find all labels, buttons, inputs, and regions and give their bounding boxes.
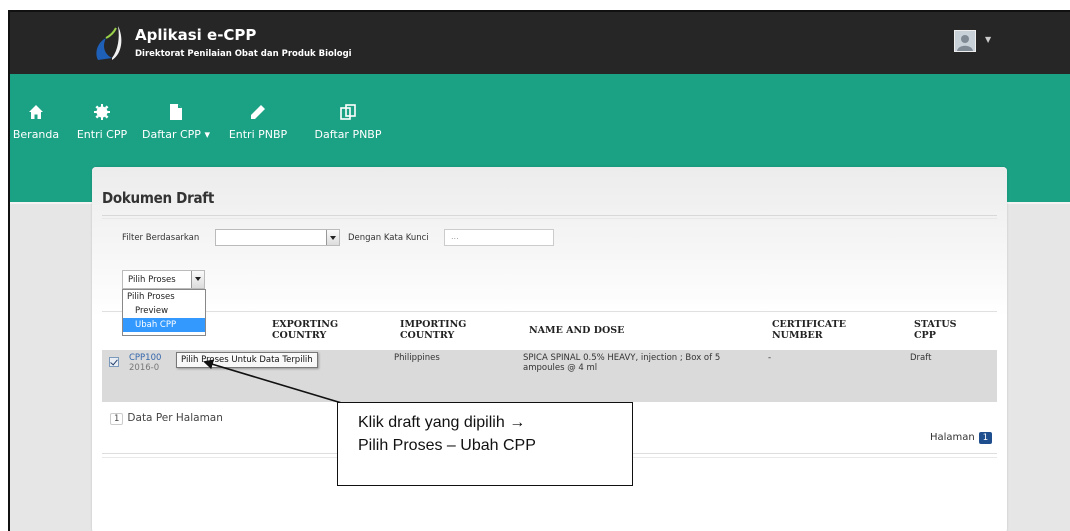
divider: [102, 218, 997, 219]
nav-label: Daftar CPP: [142, 128, 201, 141]
nav-item-entri-pnbp[interactable]: Entri PNBP: [220, 104, 296, 141]
proses-dropdown: Pilih Proses Preview Ubah CPP: [122, 289, 206, 336]
app-title: Aplikasi e-CPP: [135, 26, 257, 44]
chevron-down-icon[interactable]: [326, 230, 339, 245]
row-certificate: -: [768, 353, 772, 363]
instruction-callout: Klik draft yang dipilih → Pilih Proses –…: [337, 402, 633, 486]
nav-item-daftar-cpp[interactable]: Daftar CPP ▾: [138, 104, 214, 141]
page-title: Dokumen Draft: [102, 189, 214, 207]
chevron-down-icon[interactable]: [191, 271, 204, 288]
column-header-exporting: EXPORTING COUNTRY: [272, 319, 339, 341]
nav-label: Entri PNBP: [228, 128, 288, 141]
copy-icon: [340, 104, 356, 120]
chevron-down-icon: ▾: [204, 128, 210, 141]
dropdown-option-preview[interactable]: Preview: [123, 304, 205, 318]
row-name-dose: SPICA SPINAL 0.5% HEAVY, injection ; Box…: [523, 353, 721, 373]
nav-label: Entri CPP: [76, 128, 128, 141]
divider: [102, 311, 997, 312]
gear-icon: [94, 104, 110, 120]
page-number-badge[interactable]: 1: [978, 432, 993, 444]
home-icon: [29, 105, 43, 119]
chevron-down-icon[interactable]: ▼: [985, 35, 991, 44]
nav-item-entri-cpp[interactable]: Entri CPP: [72, 104, 132, 141]
column-header-certificate: CERTIFICATE NUMBER: [772, 319, 846, 341]
column-header-status: STATUS CPP: [914, 319, 957, 341]
keyword-label: Dengan Kata Kunci: [348, 233, 429, 243]
divider: [102, 215, 997, 216]
row-checkbox[interactable]: [109, 357, 119, 367]
file-icon: [170, 104, 182, 120]
keyword-input[interactable]: ...: [444, 229, 554, 246]
column-header-importing: IMPORTING COUNTRY: [400, 319, 467, 341]
page-label: Halaman: [930, 432, 975, 443]
user-avatar[interactable]: [954, 30, 976, 52]
pencil-icon: [251, 105, 265, 119]
dropdown-option-pilih-proses[interactable]: Pilih Proses: [123, 290, 205, 304]
filter-select[interactable]: [215, 229, 340, 246]
logo-icon: [96, 26, 122, 60]
pagination: Halaman 1: [930, 432, 993, 444]
column-header-name-dose: NAME AND DOSE: [529, 325, 625, 336]
nav-item-daftar-pnbp[interactable]: Daftar PNBP: [306, 104, 390, 141]
row-status: Draft: [910, 353, 932, 363]
proses-selected: Pilih Proses: [128, 275, 176, 285]
dropdown-option-ubah-cpp[interactable]: Ubah CPP: [123, 318, 205, 332]
app-subtitle: Direktorat Penilaian Obat dan Produk Bio…: [135, 49, 352, 59]
row-importing-country: Philippines: [394, 353, 440, 363]
per-page-label: Data Per Halaman: [127, 412, 223, 424]
nav-item-beranda[interactable]: Beranda: [10, 104, 62, 141]
nav-label: Beranda: [12, 128, 60, 141]
tooltip: Pilih Proses Untuk Data Terpilih: [176, 352, 318, 368]
proses-select[interactable]: Pilih Proses: [122, 270, 205, 289]
callout-line-2: Pilih Proses – Ubah CPP: [358, 437, 536, 454]
per-page-badge[interactable]: 1: [110, 413, 124, 425]
top-bar: Aplikasi e-CPP Direktorat Penilaian Obat…: [10, 12, 1070, 74]
callout-line-1: Klik draft yang dipilih →: [358, 414, 526, 431]
per-page-control: 1 Data Per Halaman: [110, 412, 223, 425]
row-date: 2016-0: [129, 363, 160, 373]
user-icon: [957, 35, 973, 51]
nav-label: Daftar PNBP: [314, 128, 382, 141]
filter-label: Filter Berdasarkan: [122, 233, 200, 243]
row-id-link[interactable]: CPP100: [129, 353, 161, 363]
